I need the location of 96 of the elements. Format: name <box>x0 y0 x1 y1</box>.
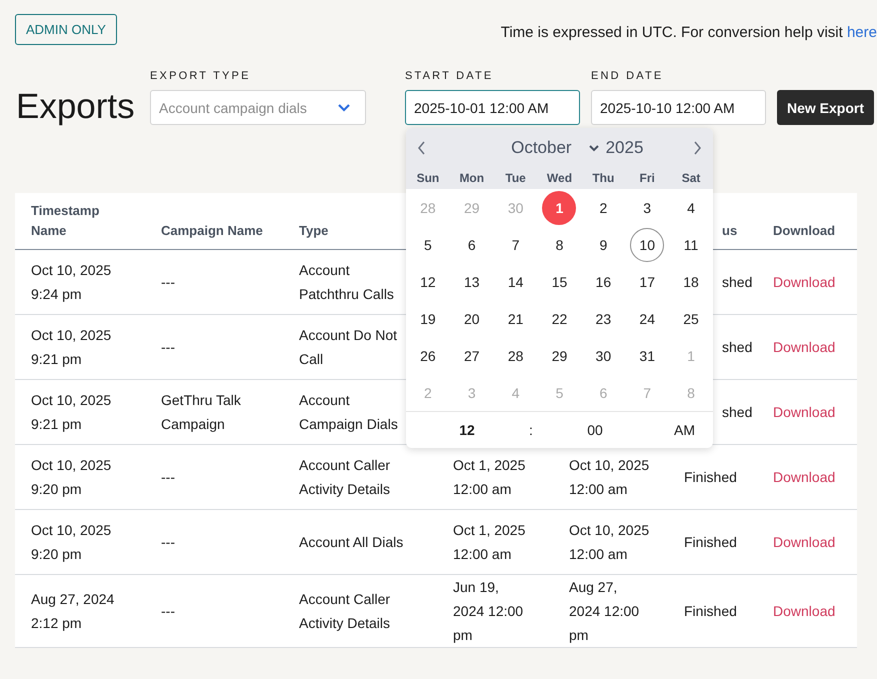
table-cell-text: Oct 10, 2025 9:20 pm <box>30 456 112 499</box>
table-cell-text: --- <box>161 468 175 487</box>
page-title: Exports <box>16 86 136 128</box>
field-label: EXPORT TYPE <box>150 70 252 82</box>
weekday-label: Tue <box>504 171 527 185</box>
weekday-label: Fri <box>638 171 656 185</box>
calendar-day[interactable]: 17 <box>630 264 664 298</box>
calendar-day[interactable]: 22 <box>542 302 576 336</box>
calendar-day[interactable]: 11 <box>674 228 708 262</box>
column-header: Campaign Name <box>161 222 263 240</box>
calendar-day[interactable]: 24 <box>630 302 664 336</box>
table-cell-text: Finished <box>684 533 737 552</box>
table-cell-text: shed <box>722 273 752 292</box>
weekday-label: Thu <box>591 171 616 185</box>
calendar-day[interactable]: 8 <box>542 228 576 262</box>
calendar-day[interactable]: 29 <box>542 338 576 372</box>
table-cell-text: Oct 10, 2025 9:21 pm <box>30 326 112 369</box>
calendar-day[interactable]: 21 <box>498 302 533 336</box>
calendar-day[interactable]: 13 <box>454 264 489 298</box>
table-cell-text: Account All Dials <box>299 533 404 552</box>
table-cell-text: --- <box>161 602 175 621</box>
table-cell-text: Account Caller Activity Details <box>299 456 390 499</box>
table-cell-text: shed <box>722 403 752 422</box>
month-label[interactable]: October <box>476 138 582 158</box>
minute-field[interactable]: 00 <box>587 422 603 438</box>
calendar-day[interactable]: 9 <box>586 228 620 262</box>
calendar-day[interactable]: 16 <box>586 264 620 298</box>
table-cell-text: Account Do Not Call <box>299 326 398 369</box>
calendar-day[interactable]: 20 <box>454 302 489 336</box>
calendar-day[interactable]: 12 <box>410 264 445 298</box>
weekday-label: Wed <box>546 171 574 185</box>
table-cell-text: Finished <box>684 468 737 487</box>
download-link[interactable]: Download <box>773 270 836 294</box>
table-cell-text: Account Campaign Dials <box>299 391 398 434</box>
calendar-day[interactable]: 3 <box>630 190 664 224</box>
calendar-day[interactable]: 15 <box>542 264 576 298</box>
table-cell-text: Oct 1, 2025 12:00 am <box>453 521 526 564</box>
table-cell-text: Account Caller Activity Details <box>299 590 390 633</box>
weekday-label: Sat <box>680 171 702 185</box>
table-cell-text: --- <box>161 273 175 292</box>
calendar-day[interactable]: 19 <box>410 302 445 336</box>
table-cell-text: Jun 19, 2024 12:00 pm <box>453 578 524 645</box>
hour-field[interactable]: 12 <box>459 422 475 438</box>
table-cell-text: GetThru Talk Campaign <box>161 391 241 434</box>
calendar-day[interactable]: 7 <box>498 228 533 262</box>
table-cell-text: Oct 10, 2025 9:21 pm <box>30 391 112 434</box>
calendar-day[interactable]: 25 <box>674 302 708 336</box>
column-header: Timestamp Name <box>30 202 100 240</box>
calendar-day[interactable]: 5 <box>410 228 445 262</box>
table-cell-text: shed <box>722 338 752 357</box>
timezone-note: Time is expressed in UTC. For conversion help visit here <box>500 24 877 41</box>
calendar-day[interactable]: 2 <box>586 190 620 224</box>
column-header: Type <box>299 222 328 240</box>
end-date-field[interactable]: 2025-10-10 12:00 AM <box>591 90 766 125</box>
calendar-day[interactable]: 14 <box>498 264 533 298</box>
download-link[interactable]: Download <box>773 530 836 554</box>
chevron-down-icon <box>337 102 351 112</box>
new-export-button[interactable]: New Export <box>777 90 874 125</box>
calendar-day[interactable]: 30 <box>586 338 620 372</box>
calendar-day[interactable]: 27 <box>454 338 489 372</box>
download-link[interactable]: Download <box>773 400 836 424</box>
table-cell-text: Finished <box>684 602 737 621</box>
time-separator: : <box>529 422 533 438</box>
table-cell-text: Aug 27, 2024 12:00 pm <box>569 578 640 645</box>
calendar-day[interactable]: 10 <box>630 228 664 262</box>
table-cell-text: Oct 1, 2025 12:00 am <box>453 456 526 499</box>
start-date-field[interactable]: 2025-10-01 12:00 AM <box>405 90 580 125</box>
table-cell-text: Oct 10, 2025 12:00 am <box>569 521 650 564</box>
conversion-help-link[interactable]: here <box>846 24 877 41</box>
calendar-day[interactable]: 6 <box>454 228 489 262</box>
download-link[interactable]: Download <box>773 335 836 359</box>
admin-only-button[interactable]: ADMIN ONLY <box>15 14 117 45</box>
calendar-day[interactable]: 26 <box>410 338 445 372</box>
weekday-label: Mon <box>458 171 486 185</box>
table-cell-text: --- <box>161 338 175 357</box>
calendar-day[interactable]: 18 <box>674 264 708 298</box>
table-cell-text: --- <box>161 533 175 552</box>
period-toggle[interactable]: AM <box>674 422 695 438</box>
calendar-day[interactable]: 28 <box>498 338 533 372</box>
column-header: us <box>722 222 738 240</box>
field-label: END DATE <box>591 70 664 82</box>
field-label: START DATE <box>405 70 494 82</box>
table-cell-text: Account Patchthru Calls <box>299 261 394 304</box>
column-header: Download <box>773 222 836 240</box>
calendar-day[interactable]: 4 <box>674 190 708 224</box>
table-cell-text: Oct 10, 2025 9:24 pm <box>30 261 112 304</box>
calendar-day[interactable]: 1 <box>542 190 576 224</box>
table-cell-text: Aug 27, 2024 2:12 pm <box>30 590 114 633</box>
table-cell-text: Oct 10, 2025 12:00 am <box>569 456 650 499</box>
table-cell-text: Oct 10, 2025 9:20 pm <box>30 521 112 564</box>
download-link[interactable]: Download <box>773 599 836 623</box>
calendar-day[interactable]: 31 <box>630 338 664 372</box>
weekday-label: Sun <box>416 171 440 185</box>
download-link[interactable]: Download <box>773 465 836 489</box>
year-label[interactable]: 2025 <box>606 138 644 158</box>
calendar-day[interactable]: 23 <box>586 302 620 336</box>
